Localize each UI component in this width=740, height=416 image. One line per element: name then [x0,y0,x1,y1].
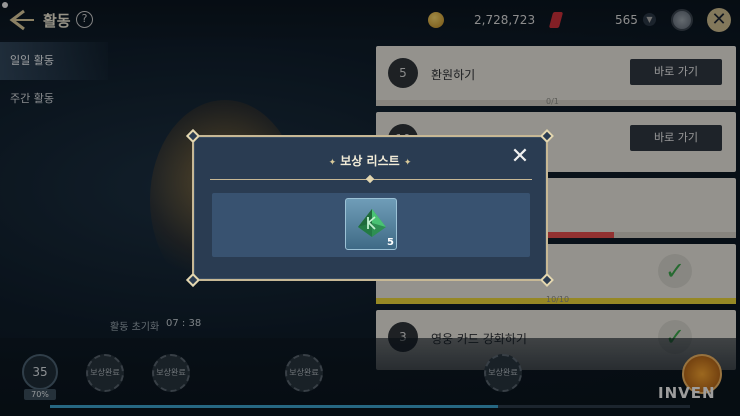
reward-item-slot[interactable]: 5 [345,198,397,250]
dialog-title: ✦ 보상 리스트 ✦ [194,152,546,169]
dialog-title-text: 보상 리스트 [340,154,400,168]
close-icon[interactable]: ✕ [510,146,530,168]
diamond-ornament-icon: ✦ [328,158,337,168]
reward-list-dialog: ✦ 보상 리스트 ✦ ✕ 5 [185,128,555,288]
reward-items-panel: 5 [212,193,530,257]
diamond-ornament-icon: ✦ [403,158,412,168]
divider-ornament-icon [365,174,375,184]
item-count: 5 [387,237,394,248]
green-crystal-icon [358,209,386,237]
